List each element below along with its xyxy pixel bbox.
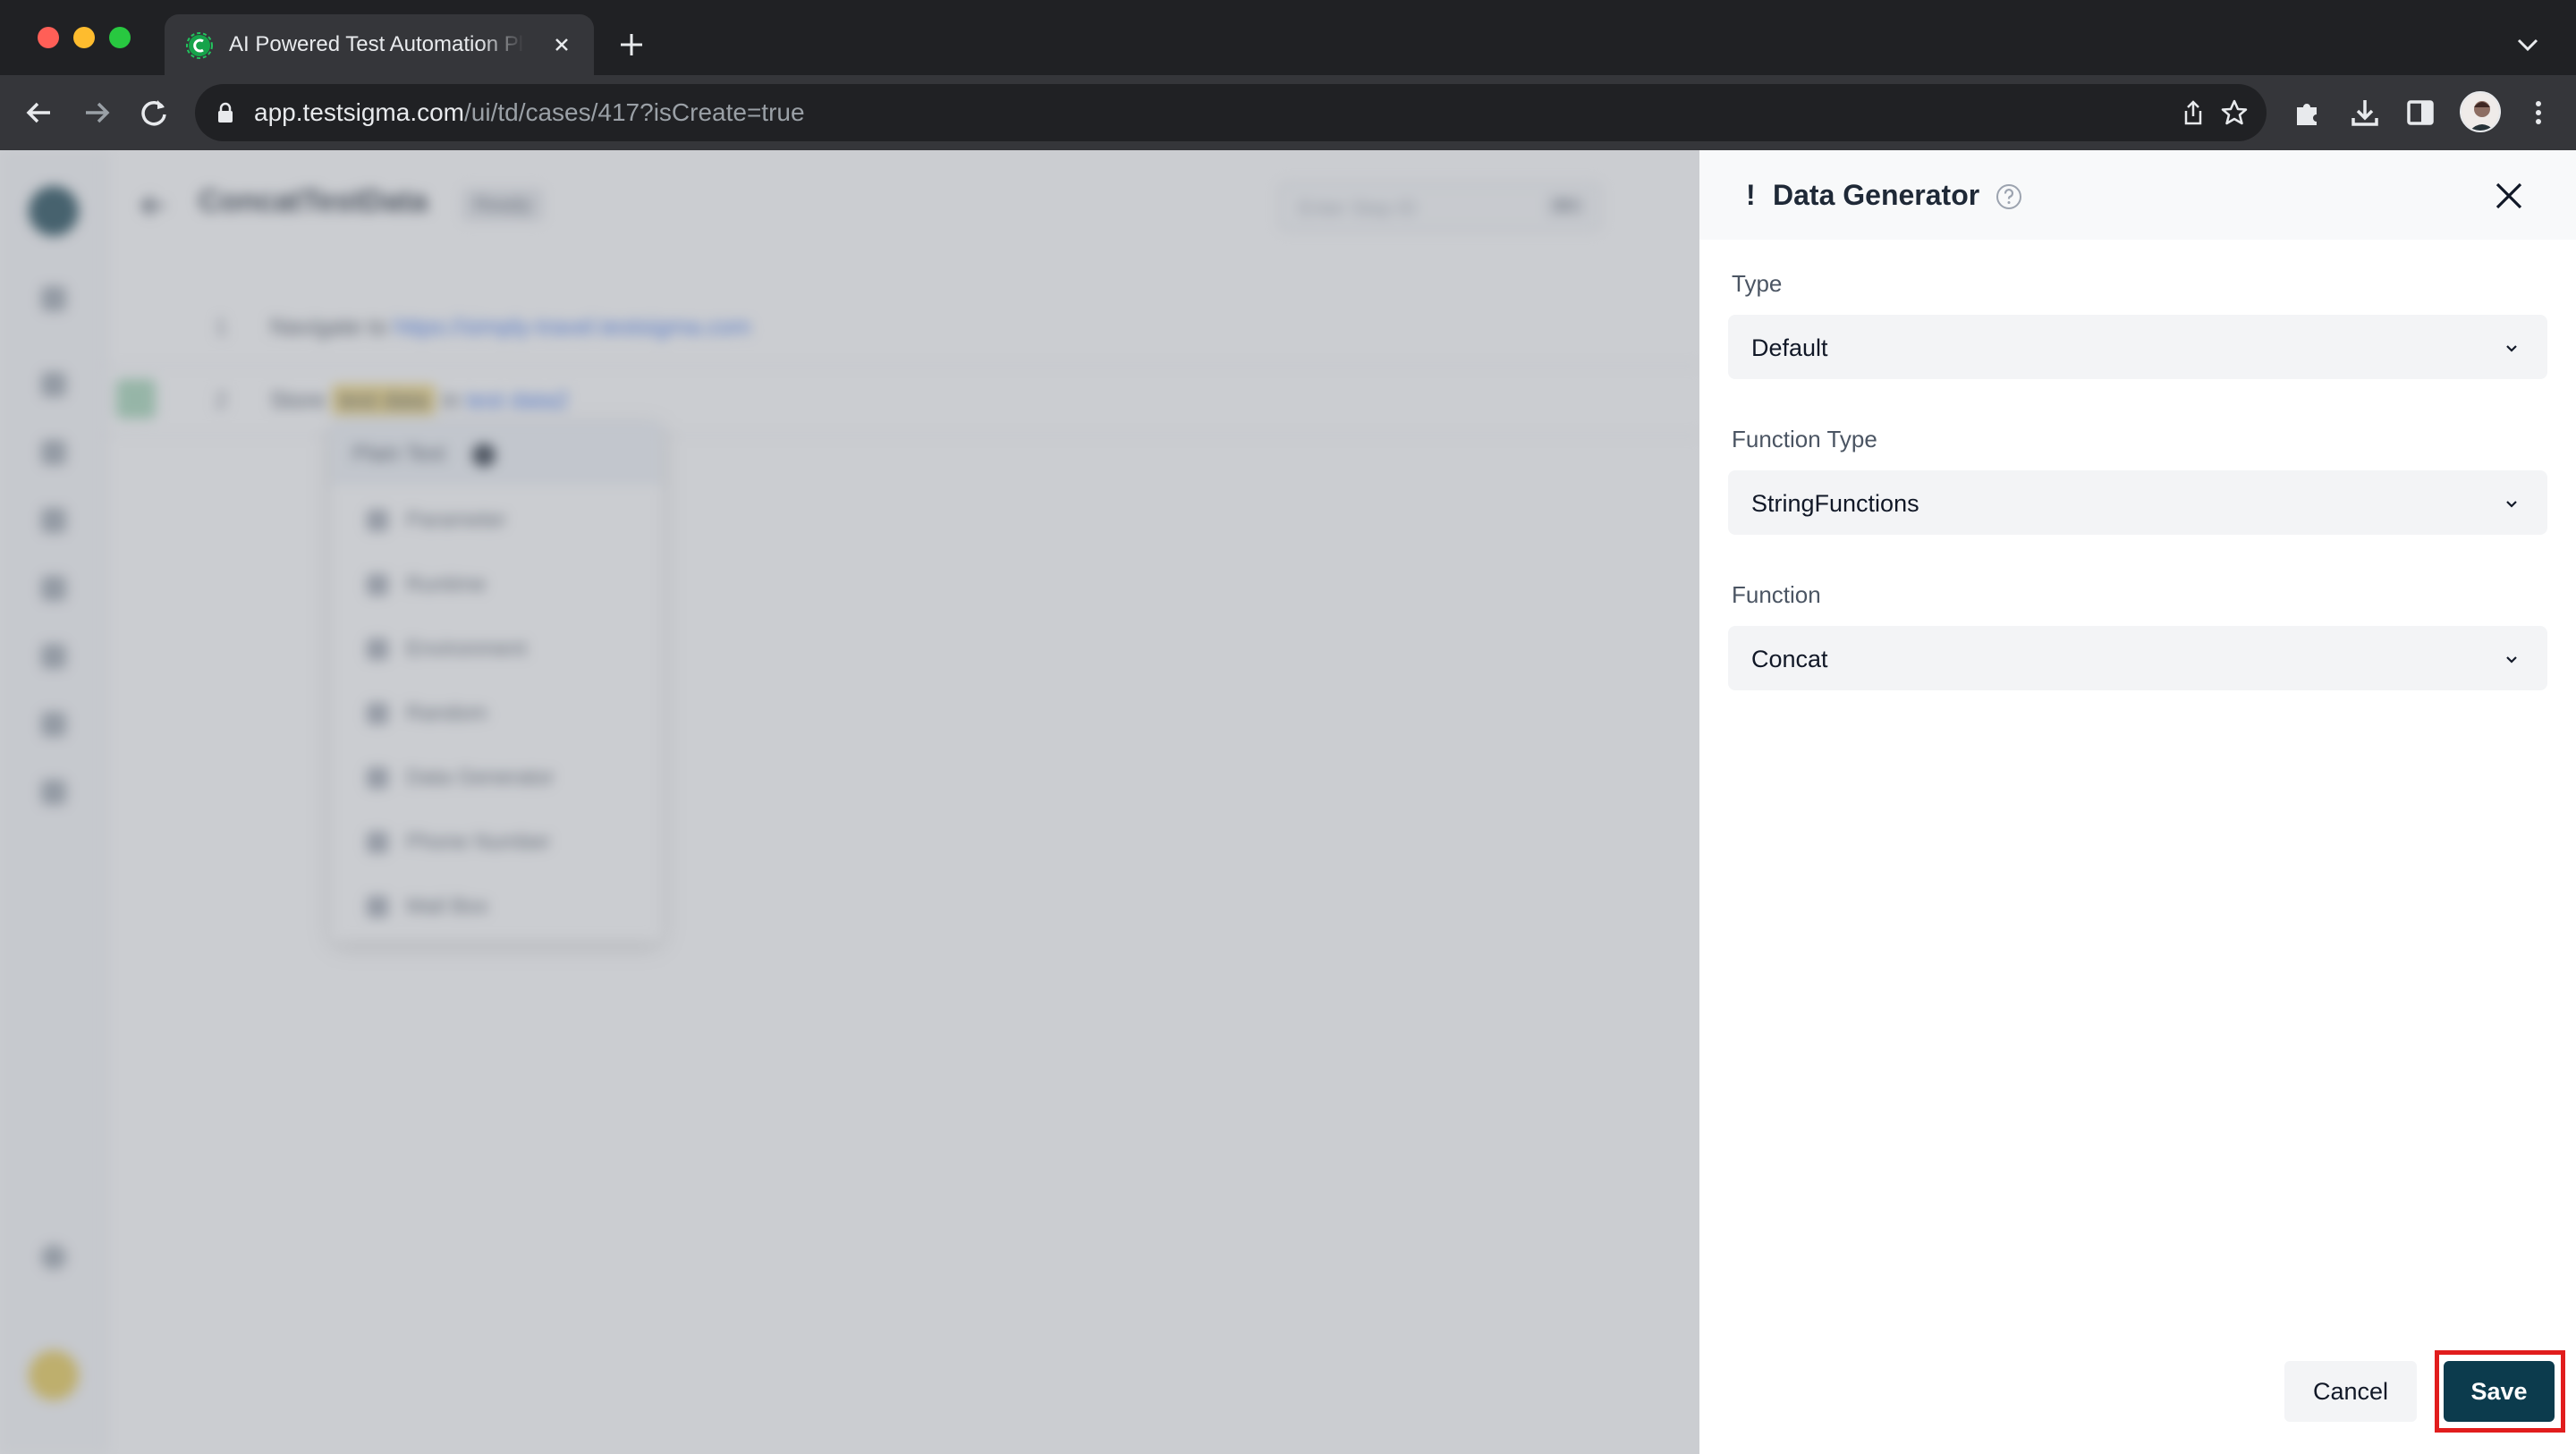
forward-arrow-icon[interactable] [79, 95, 114, 131]
url-text: app.testsigma.com/ui/td/cases/417?isCrea… [254, 98, 805, 127]
download-icon[interactable] [2349, 97, 2381, 129]
side-panel-icon[interactable] [2404, 97, 2436, 129]
help-circle-icon[interactable] [1995, 182, 2023, 211]
browser-titlebar: AI Powered Test Automation Platform [0, 0, 2576, 75]
cancel-button[interactable]: Cancel [2284, 1361, 2417, 1422]
close-icon[interactable] [2494, 181, 2524, 211]
chevron-down-icon [2506, 656, 2517, 664]
modal-backdrop[interactable] [0, 150, 1699, 1454]
chevron-down-icon [2506, 345, 2517, 352]
browser-menu-kebab-icon[interactable] [2522, 97, 2555, 129]
extensions-puzzle-icon[interactable] [2292, 97, 2324, 129]
address-bar[interactable]: app.testsigma.com/ui/td/cases/417?isCrea… [195, 84, 2267, 141]
share-icon[interactable] [2179, 98, 2207, 127]
testsigma-favicon-icon [186, 32, 213, 59]
new-tab-plus-icon[interactable] [617, 30, 646, 59]
function-select-value: Concat [1751, 646, 1828, 672]
window-maximize-button[interactable] [109, 27, 131, 48]
window-close-button[interactable] [38, 27, 59, 48]
function-type-select-value: StringFunctions [1751, 490, 1919, 517]
chevron-down-icon [2506, 501, 2517, 508]
function-type-select[interactable]: StringFunctions [1728, 470, 2547, 535]
tab-title: AI Powered Test Automation Platform [229, 32, 524, 56]
reload-icon[interactable] [136, 95, 172, 131]
url-path: /ui/td/cases/417?isCreate=true [464, 98, 805, 126]
type-select-value: Default [1751, 334, 1828, 361]
tab-search-chevron-icon[interactable] [2515, 34, 2540, 55]
browser-toolbar: app.testsigma.com/ui/td/cases/417?isCrea… [0, 75, 2576, 150]
url-host: app.testsigma.com [254, 98, 464, 126]
drawer-title-prefix: ! [1746, 179, 1756, 211]
drawer-title: Data Generator [1773, 179, 1980, 211]
function-select[interactable]: Concat [1728, 626, 2547, 690]
profile-person-icon [2462, 93, 2499, 131]
function-label: Function [1732, 581, 1821, 608]
profile-avatar[interactable] [2460, 91, 2501, 132]
page-viewport: ConcatTestData Ready Enter Step ID ⌘K 1 … [0, 150, 2576, 1454]
lock-icon[interactable] [216, 102, 234, 123]
tab-close-icon[interactable] [549, 32, 574, 57]
data-generator-drawer: ! Data Generator Type Default Function T… [1699, 150, 2576, 1454]
bookmark-star-icon[interactable] [2220, 98, 2249, 127]
type-label: Type [1732, 270, 1783, 297]
browser-tab-active[interactable]: AI Powered Test Automation Platform [165, 14, 594, 75]
back-arrow-icon[interactable] [21, 95, 57, 131]
function-type-label: Function Type [1732, 426, 1877, 452]
drawer-header: ! Data Generator [1699, 150, 2576, 240]
type-select[interactable]: Default [1728, 315, 2547, 379]
window-minimize-button[interactable] [73, 27, 95, 48]
save-button[interactable]: Save [2444, 1361, 2555, 1422]
